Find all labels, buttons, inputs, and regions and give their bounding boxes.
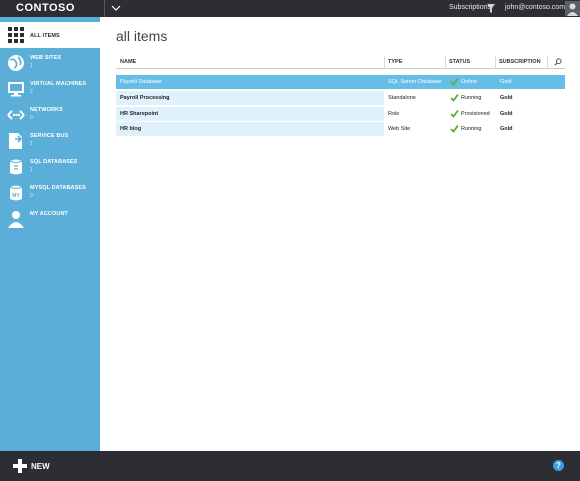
row-subscription: Gold <box>500 95 513 101</box>
subscriptions-link[interactable]: Subscriptions <box>449 4 491 11</box>
sidebar-item-label: NETWORKS <box>30 107 63 113</box>
row-type: SQL Server Database <box>388 79 442 85</box>
mysql-database-icon: MY <box>9 185 23 201</box>
chevron-down-icon[interactable] <box>111 3 121 13</box>
person-icon <box>8 211 24 228</box>
sidebar-item-label: WEB SITES <box>30 55 62 61</box>
row-status: Online <box>461 79 477 85</box>
grid-icon <box>8 27 24 43</box>
check-icon <box>450 124 459 133</box>
table-row[interactable]: Payroll Processing Standalone Running Go… <box>116 91 565 105</box>
row-subscription: Gold <box>500 126 513 132</box>
row-name-cell <box>116 122 384 136</box>
help-icon[interactable]: ? <box>553 460 564 471</box>
row-status: Running <box>461 126 482 132</box>
globe-icon <box>8 55 24 71</box>
column-header-subscription[interactable]: SUBSCRIPTION <box>499 59 541 65</box>
check-icon <box>450 109 459 118</box>
search-icon[interactable] <box>554 58 562 66</box>
sidebar-item-service-bus[interactable]: SERVICE BUS 1 <box>0 128 100 154</box>
table-row[interactable]: HR Sharepoint Role Provisioned Gold <box>116 107 565 121</box>
sidebar: ALL ITEMS WEB SITES 1 VIRTUAL MACHINES 2… <box>0 17 100 451</box>
network-icon <box>7 110 25 120</box>
monitor-icon <box>8 82 24 97</box>
sidebar-item-label: ALL ITEMS <box>30 33 60 39</box>
row-name: Payroll Processing <box>120 95 170 101</box>
brand-logo[interactable]: CONTOSO <box>16 2 75 14</box>
sidebar-item-count: 0 <box>30 115 33 121</box>
table-header: NAME TYPE STATUS SUBSCRIPTION <box>116 56 565 69</box>
sidebar-item-label: MY ACCOUNT <box>30 211 68 217</box>
plus-icon <box>13 459 27 473</box>
sidebar-item-label: VIRTUAL MACHINES <box>30 81 87 87</box>
sidebar-item-count: 2 <box>30 89 33 95</box>
database-icon <box>9 159 23 175</box>
row-name: HR Sharepoint <box>120 111 159 117</box>
row-name: HR blog <box>120 126 142 132</box>
command-bar: NEW <box>0 451 580 481</box>
service-bus-icon <box>9 133 23 149</box>
row-status: Provisioned <box>461 111 490 117</box>
row-status: Running <box>461 95 482 101</box>
column-header-name[interactable]: NAME <box>120 59 136 65</box>
sidebar-item-my-account[interactable]: MY ACCOUNT <box>0 206 100 232</box>
sidebar-item-mysql-databases[interactable]: MY MYSQL DATABASES 0 <box>0 180 100 206</box>
column-divider <box>445 56 446 69</box>
sidebar-item-all-items[interactable]: ALL ITEMS <box>0 22 100 48</box>
sidebar-item-count: 1 <box>30 63 33 69</box>
column-header-type[interactable]: TYPE <box>388 59 402 65</box>
sidebar-item-virtual-machines[interactable]: VIRTUAL MACHINES 2 <box>0 76 100 102</box>
sidebar-item-count: 1 <box>30 167 33 173</box>
column-divider <box>495 56 496 69</box>
user-email[interactable]: john@contoso.com <box>505 4 565 11</box>
sidebar-item-label: SQL DATABASES <box>30 159 78 165</box>
page-title: all items <box>116 28 168 44</box>
sidebar-item-count: 0 <box>30 193 33 199</box>
sidebar-item-networks[interactable]: NETWORKS 0 <box>0 102 100 128</box>
svg-text:MY: MY <box>12 193 20 199</box>
column-divider <box>384 56 385 69</box>
sidebar-item-web-sites[interactable]: WEB SITES 1 <box>0 50 100 76</box>
new-button-label: NEW <box>31 462 50 471</box>
check-icon <box>450 93 459 102</box>
user-avatar-icon <box>567 3 578 16</box>
top-bar: CONTOSO Subscriptions john@contoso.com <box>0 0 580 17</box>
row-type: Standalone <box>388 95 416 101</box>
row-subscription: Gold <box>500 79 512 85</box>
top-divider <box>104 0 105 17</box>
filter-icon[interactable] <box>487 4 495 13</box>
row-name: Payroll Database <box>120 79 162 85</box>
check-icon <box>450 77 459 86</box>
table-row[interactable]: HR blog Web Site Running Gold <box>116 122 565 136</box>
column-header-status[interactable]: STATUS <box>449 59 470 65</box>
table-row[interactable]: Payroll Database SQL Server Database Onl… <box>116 75 565 89</box>
sidebar-item-count: 1 <box>30 141 33 147</box>
sidebar-item-sql-databases[interactable]: SQL DATABASES 1 <box>0 154 100 180</box>
row-type: Role <box>388 111 400 117</box>
row-subscription: Gold <box>500 111 513 117</box>
row-type: Web Site <box>388 126 411 132</box>
column-divider <box>547 56 548 69</box>
avatar[interactable] <box>565 1 580 16</box>
sidebar-item-label: MYSQL DATABASES <box>30 185 86 191</box>
sidebar-item-label: SERVICE BUS <box>30 133 69 139</box>
